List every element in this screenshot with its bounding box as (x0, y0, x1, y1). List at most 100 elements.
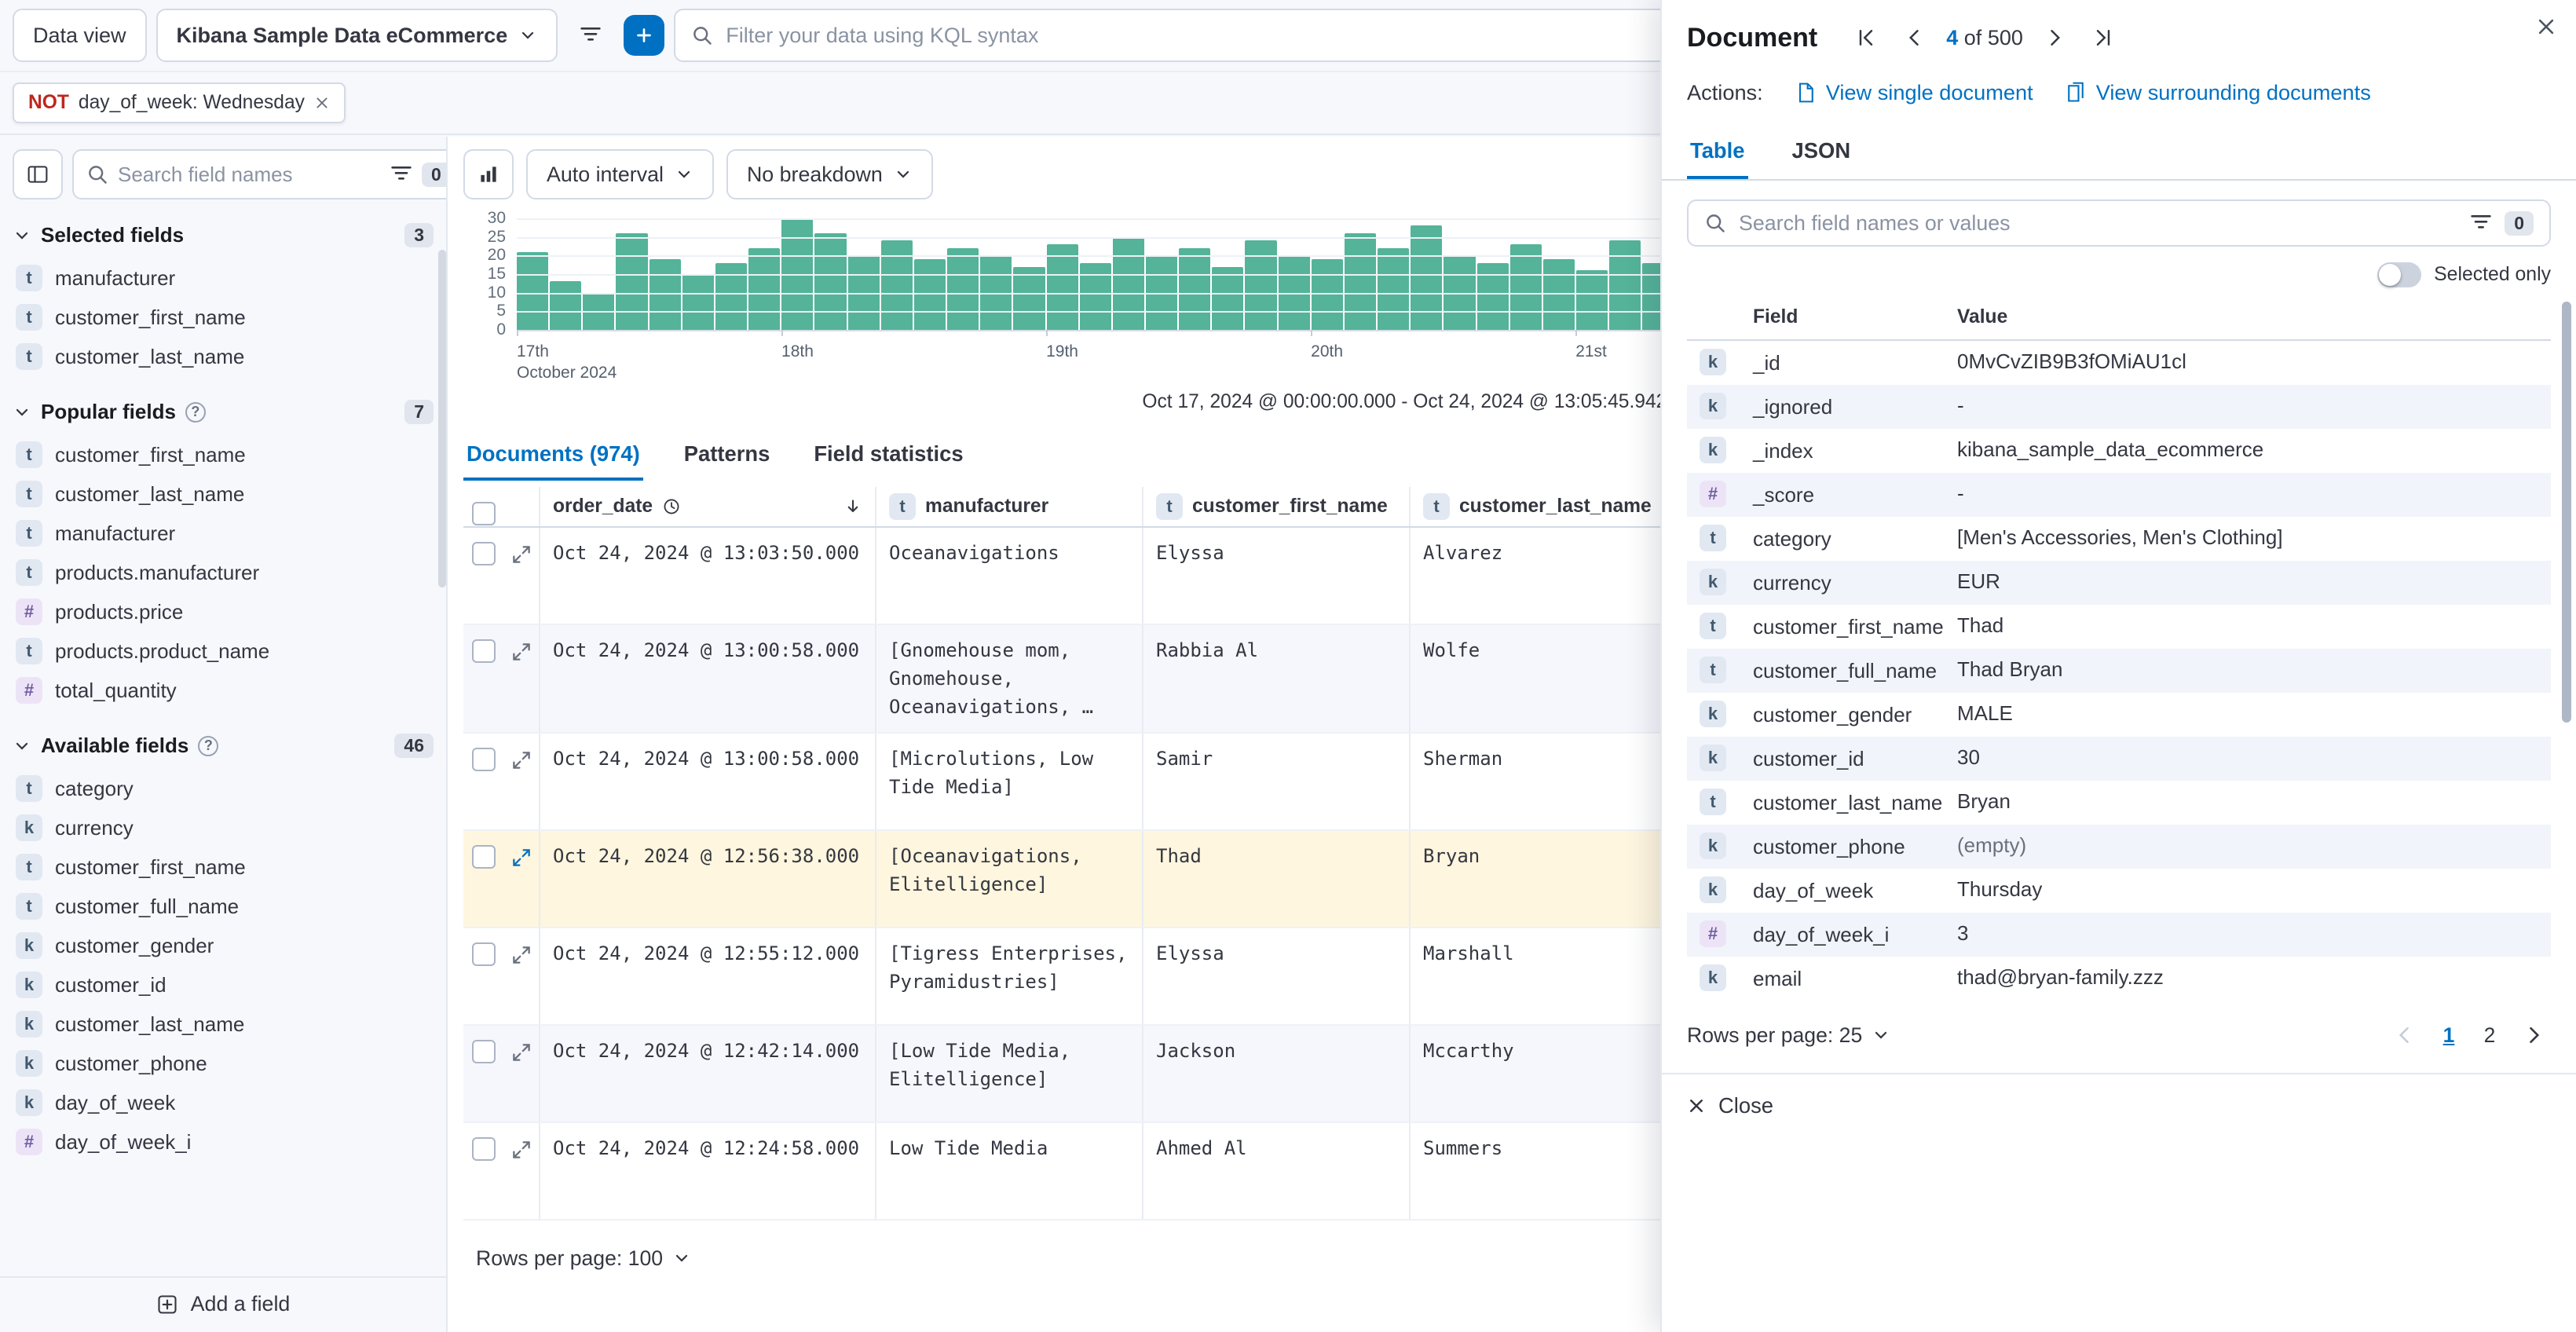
row-checkbox[interactable] (472, 1040, 496, 1063)
cell-customer-first-name[interactable]: Elyssa (1142, 928, 1409, 1024)
saved-query-filter-icon[interactable] (567, 12, 614, 59)
histogram-bar[interactable] (1609, 240, 1641, 330)
sort-descending-icon[interactable] (843, 497, 862, 516)
sidebar-field-products.product_name[interactable]: tproducts.product_name (13, 631, 434, 671)
filter-funnel-icon[interactable] (2470, 212, 2492, 234)
doc-field-row-customer_gender[interactable]: kcustomer_genderMALE (1687, 693, 2551, 737)
cell-manufacturer[interactable]: Oceanavigations (875, 528, 1142, 624)
select-all-checkbox[interactable] (472, 502, 496, 525)
sidebar-field-customer_first_name[interactable]: tcustomer_first_name (13, 298, 434, 337)
histogram-bar[interactable] (1477, 263, 1509, 330)
cell-manufacturer[interactable]: [Gnomehouse mom, Gnomehouse, Oceanavigat… (875, 625, 1142, 732)
histogram-bar[interactable] (1576, 270, 1608, 330)
doc-field-row-customer_first_name[interactable]: tcustomer_first_nameThad (1687, 605, 2551, 649)
add-field-button[interactable]: Add a field (0, 1276, 446, 1332)
doc-field-row-category[interactable]: tcategory[Men's Accessories, Men's Cloth… (1687, 517, 2551, 561)
cell-order-date[interactable]: Oct 24, 2024 @ 13:00:58.000 (539, 625, 875, 732)
cell-customer-first-name[interactable]: Samir (1142, 734, 1409, 829)
field-search-input[interactable] (118, 163, 381, 187)
histogram-bar[interactable] (1378, 248, 1409, 330)
row-checkbox[interactable] (472, 639, 496, 663)
sidebar-field-products.price[interactable]: #products.price (13, 592, 434, 631)
histogram-bar[interactable] (1113, 237, 1144, 330)
histogram-bar[interactable] (947, 248, 979, 330)
cell-customer-first-name[interactable]: Elyssa (1142, 528, 1409, 624)
row-checkbox[interactable] (472, 542, 496, 565)
cell-manufacturer[interactable]: [Microlutions, Low Tide Media] (875, 734, 1142, 829)
histogram-bar[interactable] (1013, 267, 1045, 330)
histogram-bar[interactable] (1510, 244, 1542, 330)
cell-customer-first-name[interactable]: Jackson (1142, 1026, 1409, 1122)
histogram-bar[interactable] (1345, 233, 1376, 330)
tab-documents[interactable]: Documents (974) (463, 432, 643, 481)
tab-patterns[interactable]: Patterns (681, 432, 774, 481)
field-group-header[interactable]: Popular fields?7 (13, 389, 434, 435)
sidebar-field-day_of_week[interactable]: kday_of_week (13, 1083, 434, 1122)
histogram-bar[interactable] (682, 274, 714, 330)
sidebar-field-customer_last_name[interactable]: tcustomer_last_name (13, 474, 434, 514)
histogram-bar[interactable] (881, 240, 913, 330)
histogram-bar[interactable] (1411, 225, 1442, 330)
cell-customer-first-name[interactable]: Thad (1142, 831, 1409, 927)
cell-order-date[interactable]: Oct 24, 2024 @ 12:42:14.000 (539, 1026, 875, 1122)
remove-filter-icon[interactable] (314, 95, 330, 111)
doc-field-row-day_of_week[interactable]: kday_of_weekThursday (1687, 869, 2551, 913)
doc-field-row-_score[interactable]: #_score- (1687, 473, 2551, 517)
doc-field-row-_index[interactable]: k_indexkibana_sample_data_ecommerce (1687, 429, 2551, 473)
row-checkbox[interactable] (472, 942, 496, 966)
close-flyout-button[interactable]: Close (1687, 1093, 1773, 1118)
data-view-picker[interactable]: Kibana Sample Data eCommerce (156, 9, 558, 62)
sidebar-field-customer_first_name[interactable]: tcustomer_first_name (13, 435, 434, 474)
histogram-bar[interactable] (1047, 244, 1078, 330)
cell-manufacturer[interactable]: Low Tide Media (875, 1123, 1142, 1219)
next-document-button[interactable] (2037, 19, 2072, 57)
sidebar-field-customer_full_name[interactable]: tcustomer_full_name (13, 887, 434, 926)
row-checkbox[interactable] (472, 845, 496, 869)
histogram-bar[interactable] (1212, 267, 1243, 330)
doc-field-row-currency[interactable]: kcurrencyEUR (1687, 561, 2551, 605)
doc-field-row-_id[interactable]: k_id0MvCvZIB9B3fOMiAU1cl (1687, 341, 2551, 385)
view-single-document-link[interactable]: View single document (1795, 80, 2033, 105)
edit-visualization-button[interactable] (463, 149, 514, 199)
histogram-bar[interactable] (748, 248, 780, 330)
sidebar-scrollbar[interactable] (438, 250, 446, 587)
flyout-search-input[interactable] (1739, 211, 2457, 236)
sidebar-field-total_quantity[interactable]: #total_quantity (13, 671, 434, 710)
cell-customer-first-name[interactable]: Ahmed Al (1142, 1123, 1409, 1219)
expand-document-button[interactable] (504, 528, 539, 624)
filter-funnel-icon[interactable] (390, 163, 412, 185)
cell-order-date[interactable]: Oct 24, 2024 @ 12:55:12.000 (539, 928, 875, 1024)
row-checkbox[interactable] (472, 748, 496, 771)
last-document-button[interactable] (2086, 19, 2120, 57)
histogram-bar[interactable] (649, 259, 681, 330)
breakdown-dropdown[interactable]: No breakdown (726, 149, 933, 199)
sidebar-field-manufacturer[interactable]: tmanufacturer (13, 258, 434, 298)
close-flyout-icon[interactable] (2535, 16, 2557, 38)
field-group-header[interactable]: Selected fields3 (13, 212, 434, 258)
expand-document-button[interactable] (504, 625, 539, 732)
column-header-order_date[interactable]: order_date (539, 487, 875, 526)
filter-pill[interactable]: NOT day_of_week: Wednesday (13, 82, 346, 123)
histogram-bar[interactable] (1312, 259, 1343, 330)
cell-manufacturer[interactable]: [Oceanavigations, Elitelligence] (875, 831, 1142, 927)
histogram-bar[interactable] (814, 233, 846, 330)
cell-customer-first-name[interactable]: Rabbia Al (1142, 625, 1409, 732)
expand-document-button[interactable] (504, 831, 539, 927)
sidebar-field-currency[interactable]: kcurrency (13, 808, 434, 847)
flyout-scrollbar[interactable] (2562, 302, 2571, 723)
histogram-bar[interactable] (914, 259, 946, 330)
sidebar-field-products.manufacturer[interactable]: tproducts.manufacturer (13, 553, 434, 592)
cell-order-date[interactable]: Oct 24, 2024 @ 13:03:50.000 (539, 528, 875, 624)
view-surrounding-documents-link[interactable]: View surrounding documents (2065, 80, 2371, 105)
expand-document-button[interactable] (504, 1123, 539, 1219)
previous-document-button[interactable] (1897, 19, 1932, 57)
tab-table[interactable]: Table (1687, 124, 1748, 179)
interval-dropdown[interactable]: Auto interval (526, 149, 714, 199)
doc-field-row-_ignored[interactable]: k_ignored- (1687, 385, 2551, 429)
collapse-sidebar-button[interactable] (13, 149, 63, 199)
row-checkbox[interactable] (472, 1137, 496, 1161)
tab-field-statistics[interactable]: Field statistics (810, 432, 966, 481)
expand-document-button[interactable] (504, 734, 539, 829)
field-search-box[interactable]: 0 (72, 149, 465, 199)
flyout-page-2[interactable]: 2 (2472, 1016, 2507, 1054)
